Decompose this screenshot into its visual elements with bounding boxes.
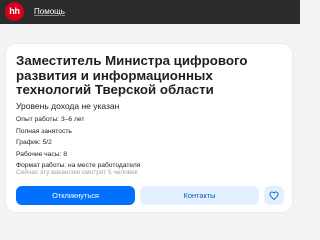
heart-icon [269,191,279,200]
favorite-button[interactable] [264,186,284,205]
help-link[interactable]: Помощь [34,6,65,20]
vacancy-details: Опыт работы: 3–6 лет Полная занятость Гр… [16,114,140,172]
top-bar: hh Помощь [0,0,300,24]
contacts-button[interactable]: Контакты [140,186,259,205]
hh-logo[interactable]: hh [5,2,24,21]
detail-schedule: График: 5/2 [16,139,52,147]
detail-employment: Полная занятость [16,127,72,135]
apply-button[interactable]: Откликнуться [16,186,135,205]
vacancy-title: Заместитель Министра цифрового развития … [16,53,248,97]
detail-work-hours: Рабочие часы: 8 [16,150,67,158]
viewers-count: Сейчас эту вакансию смотрят 5 человек [16,169,138,176]
detail-experience: Опыт работы: 3–6 лет [16,116,85,123]
salary-level: Уровень дохода не указан [16,101,120,111]
